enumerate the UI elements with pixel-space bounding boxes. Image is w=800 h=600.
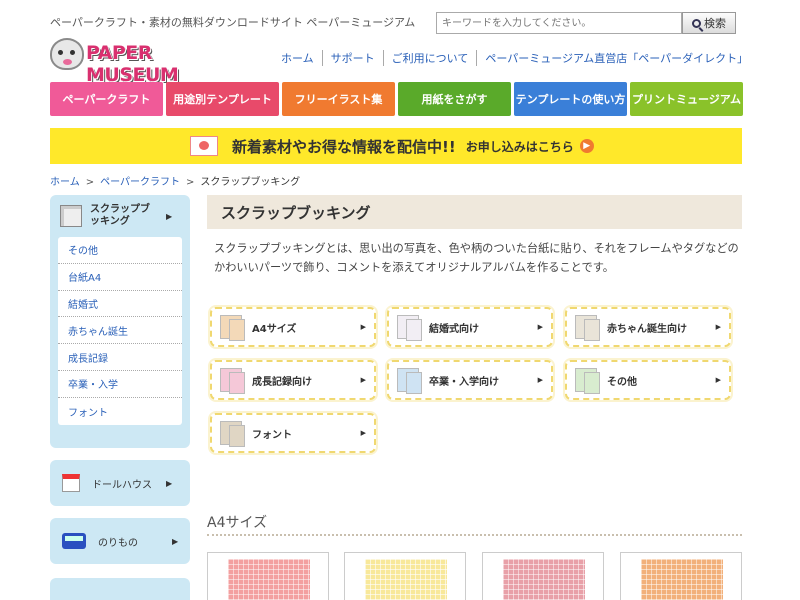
section-title: A4サイズ <box>207 515 268 531</box>
sidebar-next-section[interactable] <box>50 578 190 600</box>
sidebar-scrapbooking: スクラップブッキング ▶ その他 台紙A4 結婚式 赤ちゃん誕生 成長記録 卒業… <box>50 195 190 448</box>
bus-icon <box>62 533 86 549</box>
triangle-right-icon: ▶ <box>172 536 179 546</box>
tile-baby[interactable]: 赤ちゃん誕生向け ▶ <box>565 307 731 347</box>
page-title: スクラップブッキング <box>207 195 742 229</box>
tab-papercraft[interactable]: ペーパークラフト <box>50 82 163 116</box>
logo-text: PAPER MUSEUM <box>86 42 179 86</box>
sidebar-item-font[interactable]: フォント <box>58 398 182 425</box>
paper-thumb-icon <box>575 315 600 341</box>
arrow-right-icon: ▶ <box>579 139 594 153</box>
sidebar-vehicles-label: のりもの <box>98 537 138 549</box>
tile-graduation[interactable]: 卒業・入学向け ▶ <box>387 360 553 400</box>
sidebar-list: その他 台紙A4 結婚式 赤ちゃん誕生 成長記録 卒業・入学 フォント <box>58 237 182 425</box>
dog-mascot-icon <box>50 38 84 70</box>
triangle-right-icon: ▶ <box>537 323 543 331</box>
paper-thumb-icon <box>220 315 245 341</box>
paper-thumb-icon <box>397 368 422 394</box>
tile-other[interactable]: その他 ▶ <box>565 360 731 400</box>
triangle-right-icon: ▶ <box>537 376 543 384</box>
tile-font[interactable]: フォント ▶ <box>210 413 376 453</box>
triangle-right-icon: ▶ <box>360 429 366 437</box>
tile-label: 卒業・入学向け <box>429 376 499 388</box>
banner-main-text: 新着素材やお得な情報を配信中!! <box>232 137 456 156</box>
sidebar-item-wedding[interactable]: 結婚式 <box>58 291 182 318</box>
tab-templates[interactable]: 用途別テンプレート <box>166 82 279 116</box>
top-nav: ホーム サポート ご利用について ペーパーミュージアム直営店「ペーパーダイレクト… <box>278 50 756 66</box>
sidebar-dollhouse[interactable]: ドールハウス ▶ <box>50 460 190 506</box>
site-tagline: ペーパークラフト・素材の無料ダウンロードサイト ペーパーミュージアム <box>50 16 416 29</box>
triangle-right-icon: ▶ <box>715 376 721 384</box>
paper-preview[interactable] <box>620 552 742 600</box>
tile-label: フォント <box>252 429 292 441</box>
section-divider <box>207 534 742 536</box>
calendar-icon <box>62 474 80 492</box>
scrapbook-icon <box>60 205 82 227</box>
tile-label: 赤ちゃん誕生向け <box>607 323 687 335</box>
tile-growth[interactable]: 成長記録向け ▶ <box>210 360 376 400</box>
tile-label: A4サイズ <box>252 323 297 335</box>
tile-label: その他 <box>607 376 637 388</box>
search-input[interactable] <box>436 12 682 34</box>
paper-pattern <box>365 559 447 600</box>
tab-template-howto[interactable]: テンプレートの使い方 <box>514 82 627 116</box>
tile-a4[interactable]: A4サイズ ▶ <box>210 307 376 347</box>
triangle-right-icon: ▶ <box>166 478 173 488</box>
sidebar-header-label: スクラップブッキング <box>90 204 150 227</box>
banner-sub-text: お申し込みはこちら <box>465 139 574 154</box>
search-button[interactable]: 検索 <box>682 12 736 34</box>
sidebar-item-other[interactable]: その他 <box>58 237 182 264</box>
sidebar-item-growth[interactable]: 成長記録 <box>58 344 182 371</box>
sidebar-item-graduation[interactable]: 卒業・入学 <box>58 371 182 398</box>
breadcrumb: ホーム > ペーパークラフト > スクラップブッキング <box>50 177 301 188</box>
paper-thumb-icon <box>220 421 245 447</box>
search-bar: 検索 <box>436 12 736 34</box>
paper-preview[interactable] <box>344 552 466 600</box>
tile-wedding[interactable]: 結婚式向け ▶ <box>387 307 553 347</box>
tab-illustrations[interactable]: フリーイラスト集 <box>282 82 395 116</box>
top-link-store[interactable]: ペーパーミュージアム直営店「ペーパーダイレクト」 <box>476 50 756 66</box>
triangle-right-icon: ▶ <box>166 211 173 221</box>
sidebar-header[interactable]: スクラップブッキング ▶ <box>50 195 190 237</box>
breadcrumb-home[interactable]: ホーム <box>50 177 80 188</box>
search-icon <box>692 18 701 28</box>
triangle-right-icon: ▶ <box>715 323 721 331</box>
paper-preview[interactable] <box>482 552 604 600</box>
paper-pattern <box>503 559 585 600</box>
breadcrumb-papercraft[interactable]: ペーパークラフト <box>100 177 180 188</box>
top-link-usage[interactable]: ご利用について <box>382 50 477 66</box>
tile-label: 成長記録向け <box>252 376 312 388</box>
paper-pattern <box>641 559 723 600</box>
triangle-right-icon: ▶ <box>360 323 366 331</box>
page-description: スクラップブッキングとは、思い出の写真を、色や柄のついた台紙に貼り、それをフレー… <box>214 242 739 274</box>
breadcrumb-current: スクラップブッキング <box>200 177 301 188</box>
top-link-home[interactable]: ホーム <box>278 50 322 66</box>
paper-pattern <box>228 559 310 600</box>
sidebar-item-baby[interactable]: 赤ちゃん誕生 <box>58 317 182 345</box>
search-button-label: 検索 <box>704 17 726 30</box>
sidebar-vehicles[interactable]: のりもの ▶ <box>50 518 190 564</box>
tab-paper-search[interactable]: 用紙をさがす <box>398 82 511 116</box>
sidebar-item-a4[interactable]: 台紙A4 <box>58 264 182 291</box>
top-link-support[interactable]: サポート <box>321 50 383 66</box>
tile-label: 結婚式向け <box>429 323 479 335</box>
paper-thumb-icon <box>575 368 600 394</box>
newsletter-banner[interactable]: 新着素材やお得な情報を配信中!! お申し込みはこちら ▶ <box>50 128 742 164</box>
triangle-right-icon: ▶ <box>360 376 366 384</box>
paper-preview[interactable] <box>207 552 329 600</box>
category-nav: ペーパークラフト 用途別テンプレート フリーイラスト集 用紙をさがす テンプレー… <box>50 82 743 116</box>
envelope-icon <box>190 136 218 156</box>
paper-thumb-icon <box>220 368 245 394</box>
tab-print-museum[interactable]: プリントミュージアム <box>630 82 743 116</box>
paper-thumb-icon <box>397 315 422 341</box>
sidebar-dollhouse-label: ドールハウス <box>92 479 152 491</box>
site-logo[interactable]: PAPER MUSEUM <box>50 36 250 86</box>
